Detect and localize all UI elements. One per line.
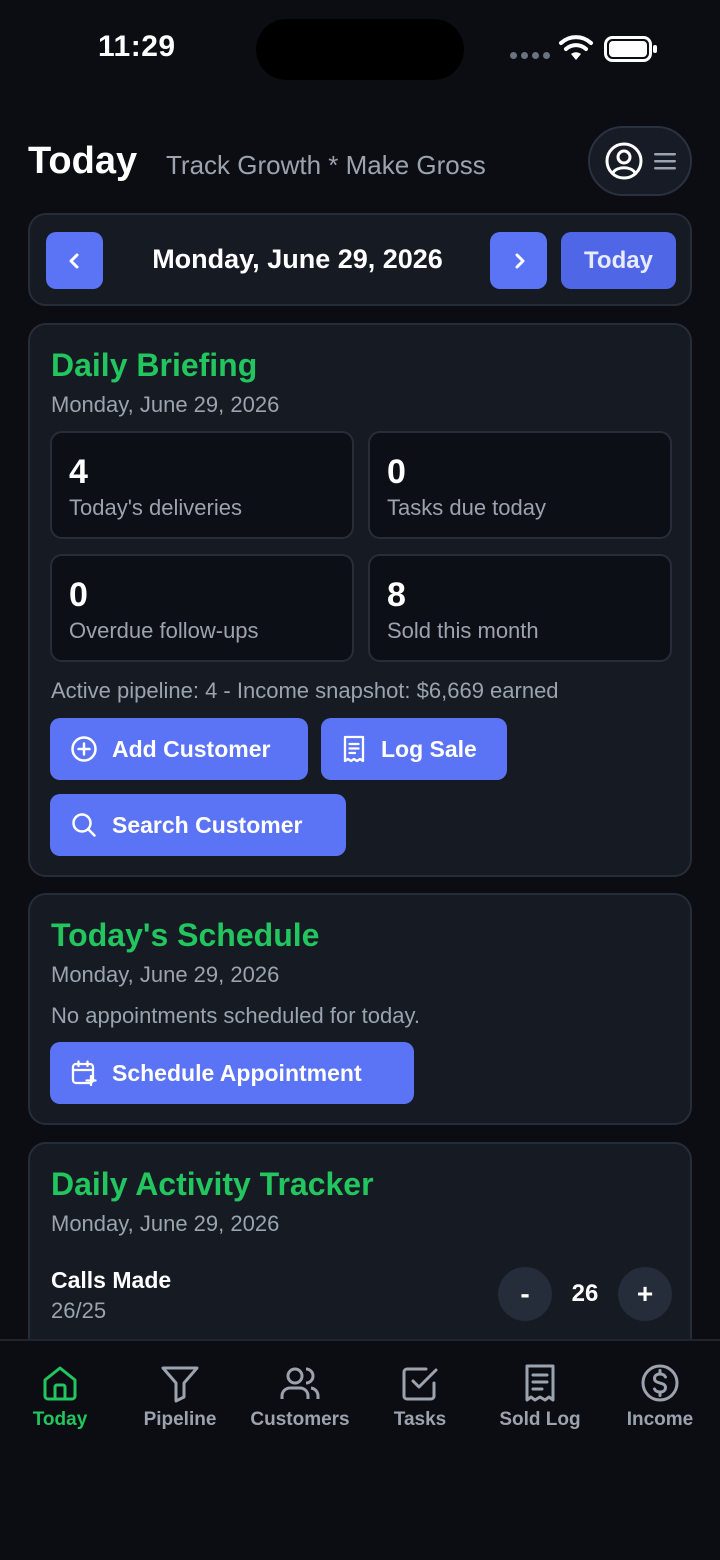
stat-card-overdue-followups[interactable]: 0 Overdue follow-ups [50, 554, 354, 662]
tab-label: Income [626, 1409, 694, 1430]
tab-today[interactable]: Today [0, 1363, 120, 1443]
stat-label: Today's deliveries [69, 495, 242, 520]
increment-calls-button[interactable]: + [618, 1267, 672, 1321]
add-customer-button[interactable]: Add Customer [50, 718, 308, 780]
users-icon [280, 1367, 320, 1399]
cellular-signal-icon [510, 52, 550, 59]
status-bar: 11:29 [0, 0, 720, 100]
tab-income[interactable]: Income [600, 1363, 720, 1443]
todays-schedule-card: Today's Schedule Monday, June 29, 2026 N… [28, 893, 692, 1125]
date-navigator: Monday, June 29, 2026 Today [28, 213, 692, 306]
search-customer-button[interactable]: Search Customer [50, 794, 346, 856]
user-circle-icon [605, 142, 643, 180]
status-time: 11:29 [98, 30, 176, 63]
page-title: Today [28, 140, 138, 182]
plus-circle-icon [71, 736, 97, 762]
daily-briefing-card: Daily Briefing Monday, June 29, 2026 4 T… [28, 323, 692, 877]
tab-tasks[interactable]: Tasks [360, 1363, 480, 1443]
tracker-date: Monday, June 29, 2026 [51, 1211, 280, 1236]
search-icon [72, 813, 96, 837]
stat-card-sold-month[interactable]: 8 Sold this month [368, 554, 672, 662]
home-icon [43, 1366, 77, 1401]
tracker-title: Daily Activity Tracker [51, 1166, 374, 1202]
jump-to-today-button[interactable]: Today [561, 232, 676, 289]
tab-label: Today [32, 1409, 88, 1430]
add-customer-label: Add Customer [112, 735, 271, 762]
tab-pipeline[interactable]: Pipeline [120, 1363, 240, 1443]
profile-menu-button[interactable] [588, 126, 692, 196]
current-date-label: Monday, June 29, 2026 [152, 244, 443, 274]
tab-label: Customers [250, 1409, 350, 1430]
tab-customers[interactable]: Customers [240, 1363, 360, 1443]
dynamic-island [256, 19, 464, 80]
pipeline-summary: Active pipeline: 4 - Income snapshot: $6… [51, 678, 559, 703]
stat-label: Sold this month [387, 618, 539, 643]
dollar-circle-icon [641, 1364, 679, 1402]
log-sale-button[interactable]: Log Sale [321, 718, 507, 780]
search-customer-label: Search Customer [112, 811, 303, 838]
stat-value: 0 [387, 453, 406, 491]
decrement-calls-button[interactable]: - [498, 1267, 552, 1321]
schedule-empty-message: No appointments scheduled for today. [51, 1003, 420, 1028]
stat-card-tasks-due[interactable]: 0 Tasks due today [368, 431, 672, 539]
receipt-icon [525, 1364, 555, 1402]
page-header: Today Track Growth * Make Gross [28, 126, 692, 196]
stat-card-deliveries[interactable]: 4 Today's deliveries [50, 431, 354, 539]
calls-count-value: 26 [571, 1280, 599, 1307]
chevron-right-icon [515, 253, 524, 268]
tab-label: Sold Log [499, 1409, 581, 1430]
stat-label: Overdue follow-ups [69, 618, 259, 643]
wifi-icon [559, 35, 593, 60]
briefing-title: Daily Briefing [51, 347, 258, 383]
previous-day-button[interactable] [46, 232, 103, 289]
tab-label: Pipeline [143, 1409, 217, 1430]
next-day-button[interactable] [490, 232, 547, 289]
schedule-title: Today's Schedule [51, 917, 320, 953]
menu-icon [654, 153, 676, 170]
filter-icon [161, 1366, 199, 1403]
tab-label: Tasks [393, 1409, 447, 1430]
today-screen: 11:29 Today Track Growth * Make Gross Mo… [0, 0, 720, 1560]
tab-sold-log[interactable]: Sold Log [480, 1363, 600, 1443]
page-subtitle: Track Growth * Make Gross [166, 150, 486, 180]
schedule-appointment-label: Schedule Appointment [112, 1059, 362, 1086]
chevron-left-icon [69, 253, 78, 268]
briefing-date: Monday, June 29, 2026 [51, 392, 280, 417]
stat-value: 8 [387, 576, 406, 614]
tracker-item-label: Calls Made [51, 1267, 172, 1293]
receipt-icon [343, 735, 365, 763]
schedule-date: Monday, June 29, 2026 [51, 962, 280, 987]
bottom-tab-bar: Today Pipeline Customers Tasks Sold Log … [0, 1339, 720, 1560]
stat-value: 0 [69, 576, 88, 614]
stat-value: 4 [69, 453, 88, 491]
calendar-plus-icon [71, 1060, 97, 1087]
stat-label: Tasks due today [387, 495, 546, 520]
log-sale-label: Log Sale [381, 735, 477, 762]
schedule-appointment-button[interactable]: Schedule Appointment [50, 1042, 414, 1104]
tracker-item-progress: 26/25 [51, 1298, 107, 1323]
check-square-icon [402, 1367, 438, 1401]
battery-icon [604, 36, 657, 62]
